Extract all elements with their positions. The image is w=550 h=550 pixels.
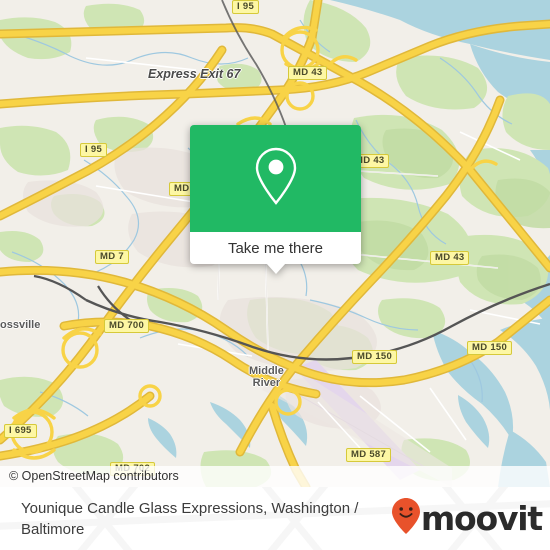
- map-canvas[interactable]: I 95 MD 43 I 95 MD MD 43 MD 7 MD 43 MD 700 MD 15…: [0, 0, 550, 487]
- footer-bar: Younique Candle Glass Expressions, Washi…: [0, 487, 550, 550]
- popup-footer[interactable]: Take me there: [190, 232, 361, 274]
- popup-header: [190, 125, 361, 232]
- road-shield: MD 43: [288, 66, 328, 80]
- road-shield: MD 700: [104, 319, 150, 333]
- popup-pointer: [265, 263, 286, 274]
- location-popup[interactable]: Take me there: [190, 125, 361, 274]
- road-shield: MD 150: [352, 350, 398, 364]
- osm-attribution[interactable]: © OpenStreetMap contributors: [0, 466, 550, 487]
- road-shield: MD 150: [467, 341, 513, 355]
- map-screenshot: I 95 MD 43 I 95 MD MD 43 MD 7 MD 43 MD 700 MD 15…: [0, 0, 550, 550]
- exit-label: Express Exit 67: [148, 67, 241, 81]
- take-me-there-label: Take me there: [227, 239, 324, 257]
- place-label: ossville: [0, 319, 41, 331]
- road-shield: MD 587: [346, 448, 392, 462]
- road-shield: MD 7: [95, 250, 129, 264]
- moovit-wordmark: moovit: [420, 499, 543, 538]
- place-title: Younique Candle Glass Expressions, Washi…: [21, 499, 359, 538]
- map-pin-icon: [253, 145, 299, 212]
- road-shield: I 695: [4, 424, 37, 438]
- moovit-smiley-pin-icon: [391, 497, 421, 540]
- moovit-logo[interactable]: moovit: [391, 497, 543, 540]
- road-shield: I 95: [232, 0, 260, 14]
- road-shield: I 95: [80, 143, 108, 157]
- road-shield: MD 43: [430, 251, 470, 265]
- place-label: Middle River: [249, 365, 284, 389]
